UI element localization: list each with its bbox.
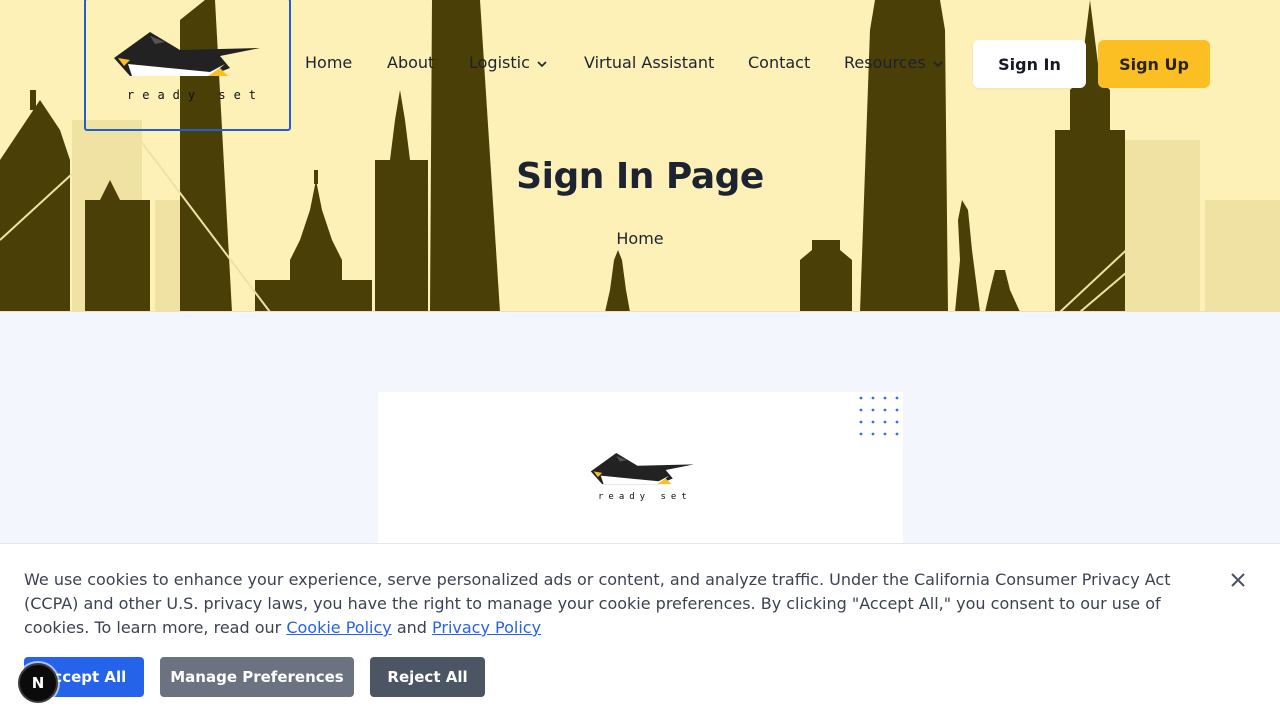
penguin-logo-icon — [114, 32, 260, 76]
cookie-message: We use cookies to enhance your experienc… — [24, 568, 1219, 640]
privacy-policy-link[interactable]: Privacy Policy — [432, 618, 541, 637]
page-title: Sign In Page — [516, 156, 764, 197]
nav-item-virtual-assistant[interactable]: Virtual Assistant — [584, 53, 714, 72]
nav-item-resources[interactable]: Resources — [844, 53, 944, 72]
breadcrumb-home[interactable]: Home — [0, 229, 1280, 248]
logo-link[interactable]: ready set — [84, 0, 291, 131]
sign-in-button[interactable]: Sign In — [973, 40, 1086, 88]
logo-text: ready set — [127, 88, 265, 102]
nextjs-dev-badge[interactable]: N — [18, 663, 58, 703]
chevron-down-icon — [933, 60, 943, 67]
nav-item-home[interactable]: Home — [305, 53, 352, 72]
card-logo-text: ready set — [598, 492, 692, 502]
dot-pattern-decoration — [859, 396, 899, 436]
sign-up-button[interactable]: Sign Up — [1098, 40, 1210, 88]
cookie-policy-link[interactable]: Cookie Policy — [286, 618, 391, 637]
nav-item-logistic[interactable]: Logistic — [469, 53, 548, 72]
cookie-text-main: We use cookies to enhance your experienc… — [24, 570, 1171, 637]
hero-banner: ready set Home About Logistic Virtual As… — [0, 0, 1280, 312]
nav-item-about[interactable]: About — [387, 53, 434, 72]
reject-all-button[interactable]: Reject All — [370, 657, 485, 697]
penguin-logo-icon — [590, 453, 694, 485]
nav-item-logistic-label: Logistic — [469, 53, 530, 72]
close-icon[interactable] — [1229, 571, 1247, 589]
nav-item-contact[interactable]: Contact — [748, 53, 810, 72]
chevron-down-icon — [537, 60, 547, 67]
manage-preferences-button[interactable]: Manage Preferences — [160, 657, 354, 697]
cookie-banner: We use cookies to enhance your experienc… — [0, 543, 1280, 720]
cookie-text-and: and — [391, 618, 433, 637]
nav-item-resources-label: Resources — [844, 53, 926, 72]
